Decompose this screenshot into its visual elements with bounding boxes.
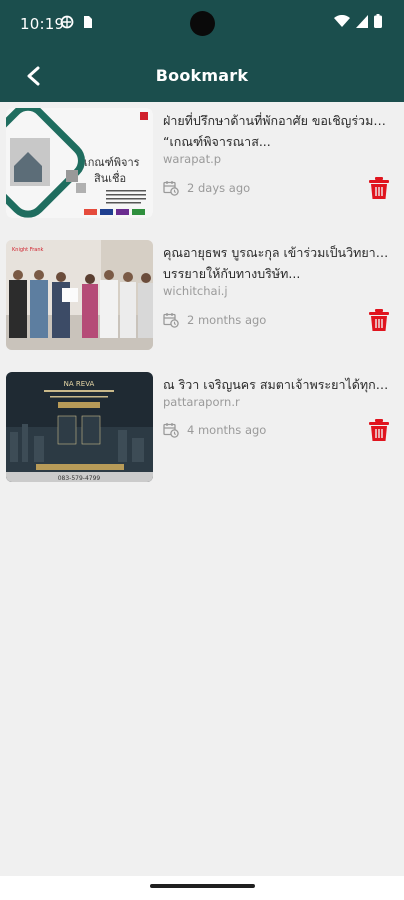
trash-icon: [369, 419, 389, 441]
delete-bookmark-button[interactable]: [368, 418, 390, 442]
article-time: 2 months ago: [187, 313, 267, 327]
article-headline[interactable]: คุณอายุธพร บูรณะกุล เข้าร่วมเป็นวิทยากร …: [163, 242, 389, 284]
thumb-heading: เกณฑ์พิจาร: [84, 156, 140, 169]
article-headline[interactable]: ณ ริวา เจริญนคร สมตาเจ้าพระยาได้ทุกนาที: [163, 374, 389, 395]
vpn-icon: [60, 15, 74, 29]
app-bar: Bookmark: [0, 50, 404, 102]
home-indicator[interactable]: [150, 884, 255, 888]
bookmark-item[interactable]: เกณฑ์พิจาร สินเชื่อ ฝ่ายที่ปรึกษาด้านที่…: [0, 102, 404, 234]
sim-icon: [84, 16, 92, 28]
article-time: 4 months ago: [187, 423, 267, 437]
delete-bookmark-button[interactable]: [368, 308, 390, 332]
front-camera: [190, 11, 215, 36]
calendar-clock-icon: [163, 313, 179, 328]
article-author: wichitchai.j: [163, 284, 228, 298]
article-time: 2 days ago: [187, 181, 251, 195]
article-headline[interactable]: ฝ่ายที่ปรึกษาด้านที่พักอาศัย ขอเชิญร่วมร…: [163, 110, 389, 152]
article-thumbnail: Knight Frank: [6, 240, 153, 350]
status-time: 10:19: [20, 15, 65, 33]
thumb-sub: สินเชื่อ: [94, 170, 126, 185]
thumb-heading: NA REVA: [64, 380, 95, 388]
article-thumbnail: เกณฑ์พิจาร สินเชื่อ: [6, 108, 153, 218]
trash-icon: [369, 177, 389, 199]
signal-icon: [356, 14, 368, 28]
article-thumbnail: NA REVA 083-579-4799: [6, 372, 153, 482]
calendar-clock-icon: [163, 423, 179, 438]
status-bar: 10:19: [0, 0, 404, 50]
gesture-bar: [0, 876, 404, 900]
calendar-clock-icon: [163, 181, 179, 196]
page-title: Bookmark: [155, 66, 249, 85]
article-author: pattaraporn.r: [163, 395, 240, 409]
article-author: warapat.p: [163, 152, 222, 166]
delete-bookmark-button[interactable]: [368, 176, 390, 200]
svg-text:Knight Frank: Knight Frank: [12, 247, 44, 253]
thumb-sub: 083-579-4799: [58, 475, 101, 482]
wifi-icon: [334, 14, 350, 27]
bookmark-item[interactable]: NA REVA 083-579-4799 ณ ริวา เจริญนคร สมต…: [0, 366, 404, 498]
trash-icon: [369, 309, 389, 331]
battery-icon: [374, 14, 382, 28]
bookmark-list: เกณฑ์พิจาร สินเชื่อ ฝ่ายที่ปรึกษาด้านที่…: [0, 102, 404, 498]
bookmark-item[interactable]: Knight Frank คุณอายุธพร บูรณะกุล เข้าร่ว…: [0, 234, 404, 366]
